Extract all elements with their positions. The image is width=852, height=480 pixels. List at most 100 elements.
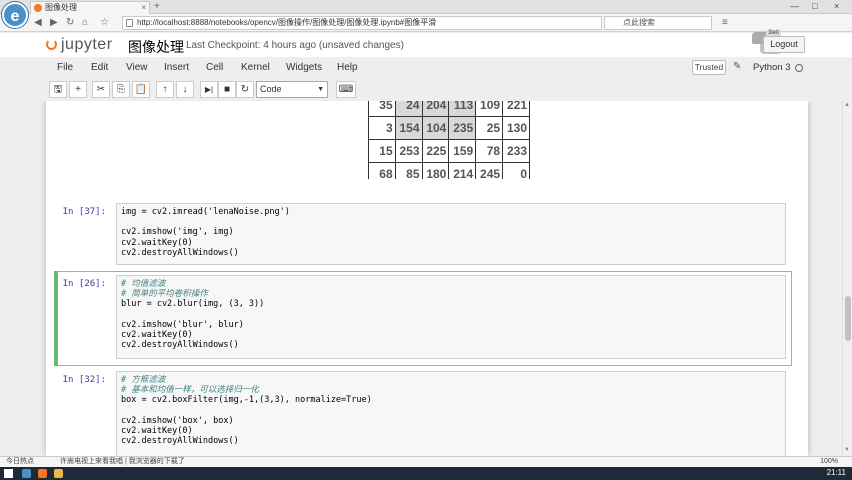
code-comment: # 简单的平均卷积操作 [121,289,208,300]
back-icon[interactable]: ◀ [34,16,42,30]
browser-status-bar: 今日热点 许嵩电视上来看我唱 | 我浏览器的下载了 100% [0,456,852,467]
matrix-cell: 245 [475,162,504,179]
os-taskbar: 21:11 [0,467,852,480]
code-line: cv2.waitKey(0) [121,237,193,248]
arrow-up-icon: ↑ [162,84,168,95]
scissors-icon: ✂ [96,84,106,95]
notebook-name[interactable]: 图像处理 [128,37,184,57]
scrollbar-thumb[interactable] [845,296,851,341]
code-line: img = cv2.imread('lenaNoise.png') [121,207,290,217]
folder-task-icon[interactable] [54,469,63,478]
code-cell-input[interactable]: # 方框滤波 # 基本和均值一样，可以选择归一化 box = cv2.boxFi… [116,371,786,456]
star-icon[interactable]: ☆ [100,16,109,30]
pencil-icon[interactable]: ✎ [733,61,741,72]
trusted-badge[interactable]: Trusted [692,60,726,75]
menu-help[interactable]: Help [337,62,358,73]
pixel-matrix: 35 24 204 113 109 221 3 154 104 235 25 1… [368,101,530,179]
scroll-up-icon[interactable]: ▲ [844,102,850,108]
notebook-area: 35 24 204 113 109 221 3 154 104 235 25 1… [0,101,852,456]
browser-menu-icon[interactable]: ≡ [722,16,728,30]
matrix-cell: 130 [502,116,530,140]
add-cell-button[interactable]: + [69,81,87,98]
status-news[interactable]: 许嵩电视上来看我唱 | 我浏览器的下载了 [60,457,185,467]
cut-button[interactable]: ✂ [92,81,110,98]
paste-icon: 📋 [134,84,148,95]
move-down-button[interactable]: ↓ [176,81,194,98]
browser-nav-bar: ◀ ▶ ↻ ⌂ ☆ http://localhost:8888/notebook… [0,14,852,32]
copy-button[interactable]: ⎘ [112,81,130,98]
chevron-down-icon: ▼ [317,86,324,93]
plus-icon: + [75,84,81,95]
address-bar[interactable]: http://localhost:8888/notebooks/opencv/图… [122,16,602,30]
matrix-cell: 221 [502,101,530,117]
kernel-status-icon [795,64,803,72]
save-button[interactable]: 🖫 [49,81,67,98]
matrix-cell: 68 [368,162,396,179]
matrix-cell: 233 [502,139,530,163]
interrupt-button[interactable]: ■ [218,81,236,98]
home-icon[interactable]: ⌂ [82,16,88,30]
code-line: cv2.imshow('box', box) [121,415,234,426]
cell-type-select[interactable]: Code ▼ [256,81,328,98]
browser-tab[interactable]: 图像处理 × [30,1,150,14]
menu-edit[interactable]: Edit [91,62,108,73]
browser-task-icon[interactable] [22,469,31,478]
run-icon: ▶| [204,85,214,94]
forward-icon[interactable]: ▶ [50,16,58,30]
logout-button[interactable]: Logout [763,36,805,53]
restart-icon: ↻ [240,84,250,95]
cell-prompt: In [26]: [62,279,106,289]
jupyter-task-icon[interactable] [38,469,47,478]
jupyter-logo[interactable]: jupyter [46,36,113,54]
move-up-button[interactable]: ↑ [156,81,174,98]
code-line: cv2.waitKey(0) [121,426,193,437]
jupyter-logo-icon [46,39,57,50]
matrix-cell: 24 [394,101,423,117]
url-text: http://localhost:8888/notebooks/opencv/图… [137,18,437,27]
refresh-icon[interactable]: ↻ [66,16,74,30]
copy-icon: ⎘ [117,84,125,95]
matrix-cell: 25 [475,116,504,140]
tab-close-icon[interactable]: × [141,2,146,14]
maximize-button[interactable]: □ [812,0,817,13]
jupyter-logo-text: jupyter [61,36,113,53]
code-line: blur = cv2.blur(img, (3, 3)) [121,299,265,310]
menu-kernel[interactable]: Kernel [241,62,270,73]
cell-prompt: In [37]: [62,207,106,217]
matrix-cell: 113 [448,101,477,117]
command-palette-button[interactable]: ⌨ [336,81,356,98]
menu-file[interactable]: File [57,62,73,73]
status-left[interactable]: 今日热点 [6,457,34,467]
stop-icon: ■ [223,84,231,95]
new-tab-button[interactable]: + [154,1,160,12]
scroll-down-icon[interactable]: ▼ [844,447,850,453]
taskbar-clock: 21:11 [826,468,846,477]
close-window-button[interactable]: × [834,0,839,13]
run-button[interactable]: ▶| [200,81,218,98]
search-input[interactable]: 点此搜索 [604,16,712,30]
matrix-row: 35 24 204 113 109 221 [368,101,530,117]
matrix-row: 15 253 225 159 78 233 [368,139,530,163]
matrix-cell: 204 [421,101,450,117]
code-line: cv2.destroyAllWindows() [121,340,239,351]
browser-tab-bar: 图像处理 × + — □ × [0,0,852,14]
menu-insert[interactable]: Insert [164,62,189,73]
keyboard-icon: ⌨ [338,84,354,95]
matrix-cell: 0 [502,162,530,179]
zoom-level[interactable]: 100% [820,457,838,467]
menu-widgets[interactable]: Widgets [286,62,322,73]
code-cell-input[interactable]: # 均值滤波 # 简单的平均卷积操作 blur = cv2.blur(img, … [116,275,786,359]
minimize-button[interactable]: — [790,0,799,13]
restart-button[interactable]: ↻ [236,81,254,98]
matrix-cell: 35 [368,101,396,117]
code-line: cv2.destroyAllWindows() [121,436,239,447]
page-scrollbar[interactable]: ▲ ▼ [842,101,852,456]
code-cell-input[interactable]: img = cv2.imread('lenaNoise.png') cv2.im… [116,203,786,265]
paste-button[interactable]: 📋 [132,81,150,98]
code-comment: # 均值滤波 [121,279,166,289]
matrix-cell: 253 [394,139,423,163]
menu-cell[interactable]: Cell [206,62,223,73]
start-icon[interactable] [4,469,13,478]
matrix-cell: 225 [421,139,450,163]
menu-view[interactable]: View [126,62,148,73]
